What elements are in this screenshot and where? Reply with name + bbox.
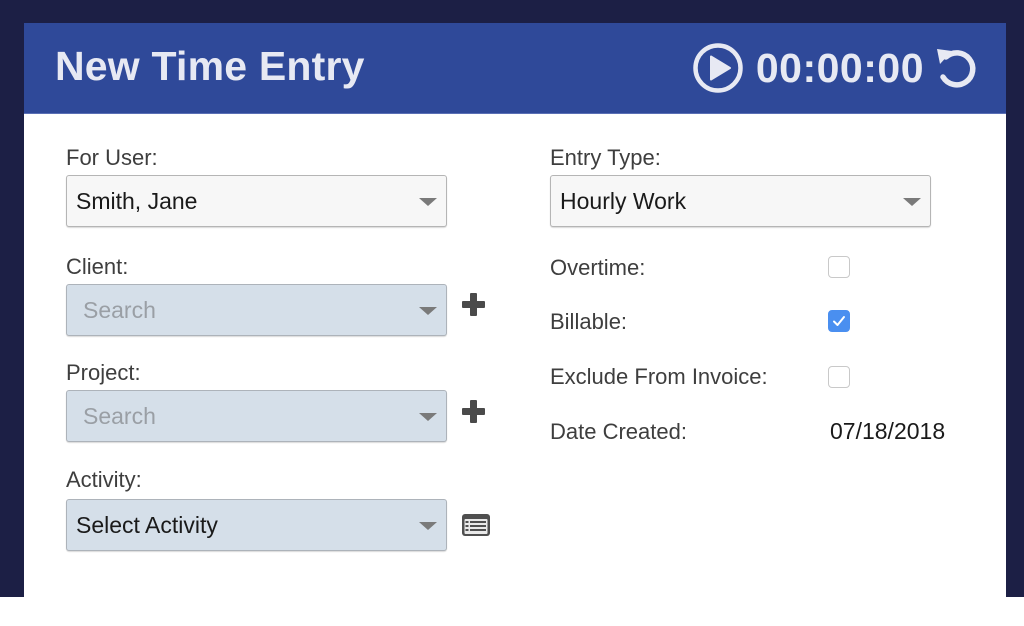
date-created-label: Date Created: bbox=[550, 419, 687, 444]
add-client-plus-icon[interactable] bbox=[461, 292, 487, 318]
reset-icon[interactable] bbox=[934, 45, 980, 91]
billable-label: Billable: bbox=[550, 309, 628, 334]
timer: 00:00:00 bbox=[692, 42, 980, 94]
billable-checkbox[interactable] bbox=[828, 310, 850, 332]
exclude-from-invoice-checkbox[interactable] bbox=[828, 366, 850, 388]
panel-header: New Time Entry 00:00:00 bbox=[24, 23, 1006, 114]
chevron-down-icon bbox=[419, 307, 437, 315]
for-user-label: For User: bbox=[66, 145, 158, 170]
activity-select[interactable]: Select Activity bbox=[66, 499, 447, 551]
time-entry-panel: New Time Entry 00:00:00 For User: Smith,… bbox=[24, 23, 1006, 597]
chevron-down-icon bbox=[903, 198, 921, 206]
activity-label: Activity: bbox=[66, 467, 142, 492]
add-project-plus-icon[interactable] bbox=[461, 399, 487, 425]
overtime-label: Overtime: bbox=[550, 255, 646, 280]
date-created-value: 07/18/2018 bbox=[830, 418, 946, 444]
exclude-from-invoice-label: Exclude From Invoice: bbox=[550, 364, 768, 389]
activity-value: Select Activity bbox=[76, 511, 218, 538]
panel-title: New Time Entry bbox=[55, 43, 365, 89]
entry-type-select[interactable]: Hourly Work bbox=[550, 175, 931, 227]
timer-value: 00:00:00 bbox=[755, 44, 924, 91]
for-user-select[interactable]: Smith, Jane bbox=[66, 175, 447, 227]
chevron-down-icon bbox=[419, 413, 437, 421]
project-label: Project: bbox=[66, 360, 141, 385]
entry-type-value: Hourly Work bbox=[560, 187, 687, 214]
play-circle-icon[interactable] bbox=[692, 42, 744, 94]
chevron-down-icon bbox=[419, 522, 437, 530]
entry-type-label: Entry Type: bbox=[550, 145, 661, 170]
client-placeholder: Search bbox=[83, 296, 156, 323]
client-label: Client: bbox=[66, 254, 129, 279]
client-select[interactable]: Search bbox=[66, 284, 447, 336]
overtime-checkbox[interactable] bbox=[828, 256, 850, 278]
project-select[interactable]: Search bbox=[66, 390, 447, 442]
checkmark-icon bbox=[833, 316, 845, 326]
for-user-value: Smith, Jane bbox=[76, 187, 198, 214]
list-icon[interactable] bbox=[461, 513, 491, 537]
project-placeholder: Search bbox=[83, 402, 156, 429]
chevron-down-icon bbox=[419, 198, 437, 206]
